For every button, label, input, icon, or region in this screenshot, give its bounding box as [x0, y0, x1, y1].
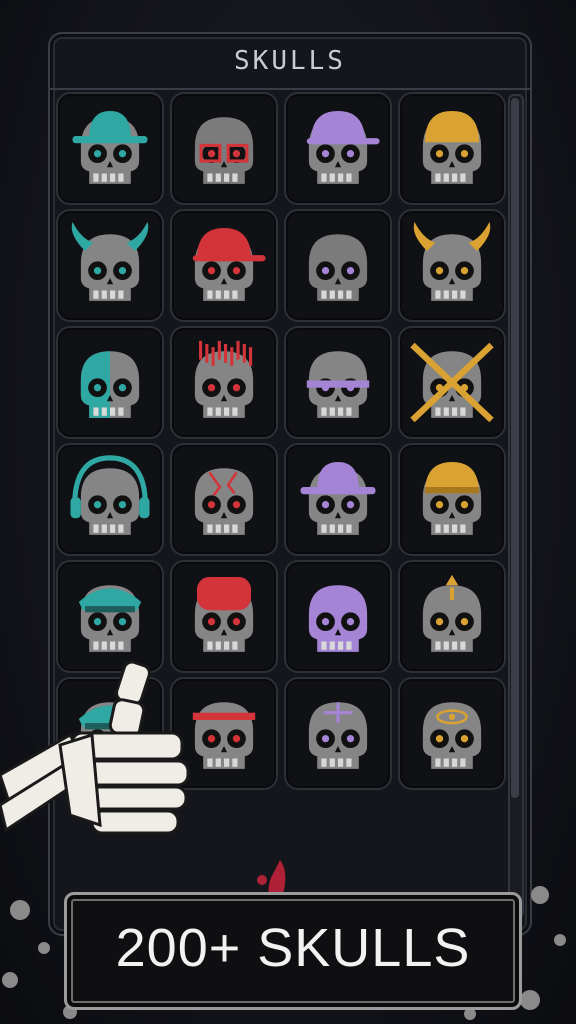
gold-drip-skull-icon — [422, 574, 482, 652]
skull-slot-teal-half-skull[interactable] — [56, 326, 164, 439]
skull-slot-gold-antlers-skull[interactable] — [398, 209, 506, 322]
skull-slot-gold-beanie-skull[interactable] — [398, 443, 506, 556]
gold-helmet-skull-icon — [422, 111, 482, 184]
promo-banner: 200+ SKULLS — [64, 892, 522, 1010]
skull-slot-gold-crossbones-skull[interactable] — [398, 326, 506, 439]
gold-antlers-skull-icon — [413, 221, 491, 301]
skull-slot-purple-strapped-skull[interactable] — [284, 326, 392, 439]
gold-crossbones-skull-icon — [410, 342, 494, 423]
teal-half-skull-icon — [80, 351, 140, 418]
purple-headset-skull-icon — [306, 111, 380, 184]
purple-circuit-skull-icon — [308, 702, 368, 769]
red-cracked-skull-icon — [194, 468, 254, 535]
skull-slot-red-cracked-skull[interactable] — [170, 443, 278, 556]
skull-slot-purple-ghost-skull[interactable] — [284, 560, 392, 673]
red-punk-skull-icon — [194, 340, 254, 418]
teal-horned-skull-icon — [71, 221, 149, 301]
panel-header: SKULLS — [50, 34, 530, 90]
skull-slot-red-punk-skull[interactable] — [170, 326, 278, 439]
banner-text: 200+ SKULLS — [115, 918, 471, 978]
teal-bucket-hat-skull-icon — [72, 111, 148, 184]
skull-slot-gold-helmet-skull[interactable] — [398, 92, 506, 205]
purple-bucket-hat-skull-icon — [300, 462, 376, 535]
purple-strapped-skull-icon — [306, 351, 370, 418]
skull-slot-teal-horned-skull[interactable] — [56, 209, 164, 322]
red-cap-skull-icon — [192, 228, 266, 301]
skull-slot-purple-circuit-skull[interactable] — [284, 677, 392, 790]
scroll-thumb[interactable] — [511, 98, 519, 798]
gold-beanie-skull-icon — [422, 462, 482, 535]
skull-slot-purple-headset-skull[interactable] — [284, 92, 392, 205]
red-glasses-skull-icon — [194, 117, 254, 184]
gold-eye-skull-icon — [422, 702, 482, 769]
teal-headphones-skull-icon — [70, 455, 150, 535]
purple-ghost-skull-icon — [308, 585, 368, 652]
purple-tears-skull-icon — [308, 234, 368, 301]
skull-slot-teal-bucket-hat-skull[interactable] — [56, 92, 164, 205]
skull-slot-red-cap-skull[interactable] — [170, 209, 278, 322]
skull-slot-gold-drip-skull[interactable] — [398, 560, 506, 673]
panel-title: SKULLS — [234, 46, 346, 76]
skull-slot-red-glasses-skull[interactable] — [170, 92, 278, 205]
skull-slot-purple-bucket-hat-skull[interactable] — [284, 443, 392, 556]
skull-slot-purple-tears-skull[interactable] — [284, 209, 392, 322]
skull-slot-gold-eye-skull[interactable] — [398, 677, 506, 790]
skeleton-thumbs-up-icon — [0, 660, 190, 835]
scrollbar[interactable] — [508, 94, 524, 918]
skull-slot-teal-headphones-skull[interactable] — [56, 443, 164, 556]
